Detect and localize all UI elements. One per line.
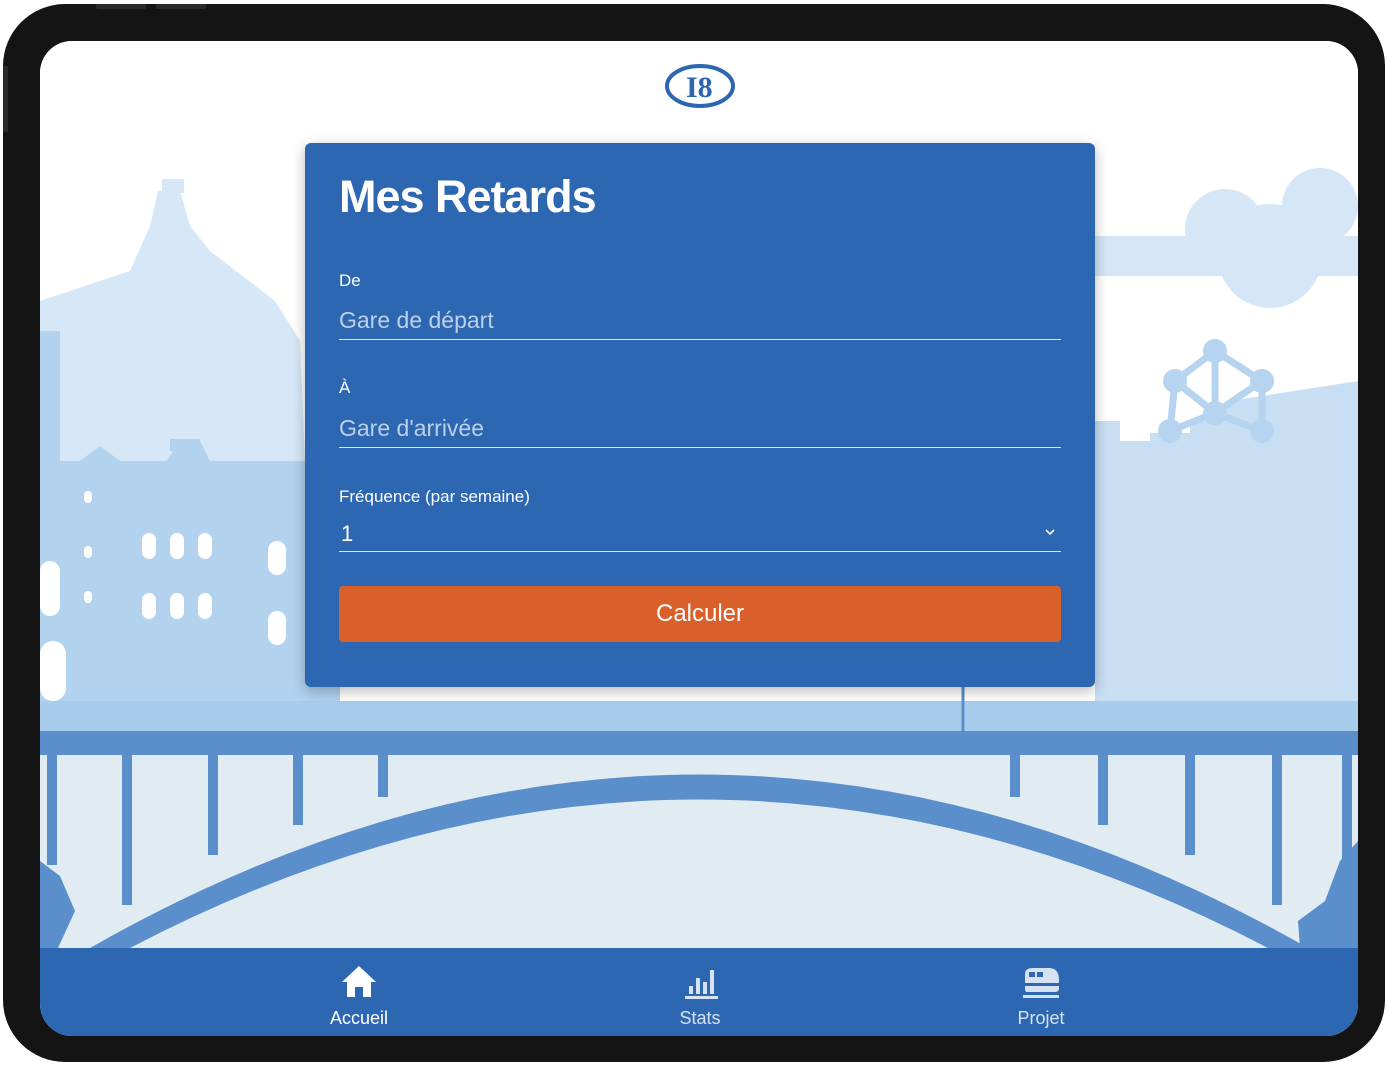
delay-form-card: Mes Retards De À Fréquence (par semaine)… [305,143,1095,687]
l8-logo-icon: I8 [665,64,735,108]
form-title: Mes Retards [339,171,597,222]
tab-stats-label: Stats [679,1008,721,1028]
train-icon [1023,968,1059,998]
home-icon [342,966,376,997]
volume-button [96,4,146,9]
from-label: De [339,271,361,290]
departure-station-input[interactable] [339,303,1061,340]
chevron-down-icon [1045,529,1055,536]
app-screen: I8 Mes Retards De À Fréquence (par semai… [40,41,1358,1036]
power-button [3,66,8,132]
frequency-label: Fréquence (par semaine) [339,487,530,506]
frequency-value: 1 [341,521,354,546]
bottom-tab-bar: Accueil Stats Projet [40,948,1358,1036]
tab-project-label: Projet [1017,1008,1065,1028]
tab-home-label: Accueil [329,1008,389,1028]
tab-project[interactable]: Projet [941,948,1141,1036]
tab-stats[interactable]: Stats [600,948,800,1036]
tablet-frame: I8 Mes Retards De À Fréquence (par semai… [3,4,1385,1062]
frequency-select[interactable]: 1 [339,517,1061,552]
volume-button [156,4,206,9]
svg-text:I8: I8 [686,71,713,104]
tab-home[interactable]: Accueil [259,948,459,1036]
to-label: À [339,378,351,397]
bar-chart-icon [685,970,718,999]
calculate-button[interactable]: Calculer [339,586,1061,642]
arrival-station-input[interactable] [339,411,1061,448]
